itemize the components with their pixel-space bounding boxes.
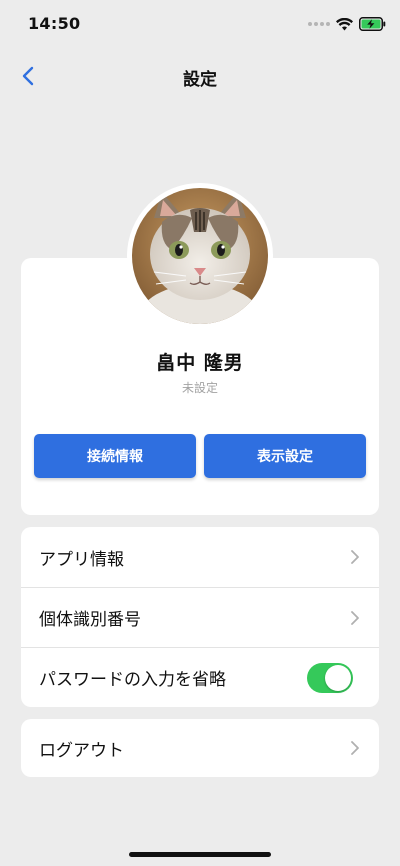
logout-label: ログアウト [39,740,124,761]
skip-password-row: パスワードの入力を省略 [21,647,379,707]
cat-photo [132,188,268,324]
skip-password-toggle[interactable] [307,662,353,693]
status-time: 14:50 [28,14,81,33]
home-indicator [129,852,271,857]
wifi-icon [336,17,353,30]
chevron-right-icon [351,550,359,564]
user-name: 畠中 隆男 [156,352,244,374]
app-info-label: アプリ情報 [39,549,124,570]
device-id-label: 個体識別番号 [39,610,141,630]
display-settings-button[interactable]: 表示設定 [204,434,366,478]
battery-charging-icon [359,17,386,31]
user-status: 未設定 [181,381,218,395]
chevron-right-icon [351,741,359,755]
settings-list: アプリ情報 個体識別番号 パスワードの入力を省略 [21,527,379,707]
status-bar: 14:50 [0,0,400,48]
skip-password-label: パスワードの入力を省略 [39,670,226,690]
logout-group: ログアウト [21,719,379,777]
app-info-row[interactable]: アプリ情報 [21,527,379,587]
status-icons [308,15,386,33]
page-title: 設定 [183,70,217,90]
device-id-row[interactable]: 個体識別番号 [21,587,379,647]
signal-dots-icon [308,22,330,26]
chevron-right-icon [351,610,359,625]
avatar [127,183,273,329]
logout-row[interactable]: ログアウト [21,719,379,777]
connection-info-button[interactable]: 接続情報 [34,434,196,478]
toggle-knob [325,664,351,691]
navigation-bar: 設定 [0,56,400,96]
